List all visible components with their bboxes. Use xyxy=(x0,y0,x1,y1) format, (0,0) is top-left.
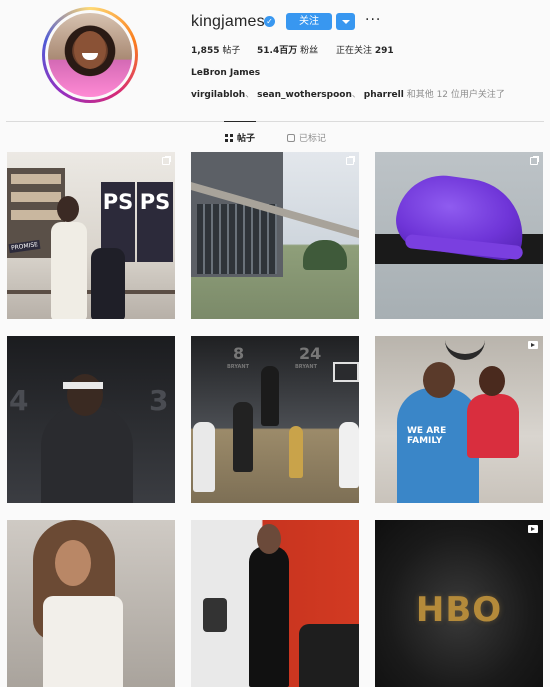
avatar-ring-gap xyxy=(45,10,135,100)
post-thumbnail[interactable]: HBO xyxy=(375,520,543,687)
post-4-number-right: 3 xyxy=(149,384,169,417)
post-4-headband xyxy=(63,382,103,389)
followed-by-user-link[interactable]: virgilabloh xyxy=(191,90,245,100)
multiple-images-icon xyxy=(530,157,538,165)
followed-by-line: virgilabloh、 sean_wotherspoon、 pharrell … xyxy=(191,87,505,100)
video-icon xyxy=(528,525,538,533)
post-1-person xyxy=(57,196,79,222)
post-1-shelf xyxy=(11,210,61,220)
post-thumbnail[interactable]: PS PS PROMISE xyxy=(7,152,175,319)
multiple-images-icon xyxy=(162,157,170,165)
following-count[interactable]: 正在关注 291 xyxy=(336,43,394,56)
post-5-name: BRYANT xyxy=(295,364,317,370)
post-5-number: 8 xyxy=(233,344,245,363)
post-2-tree xyxy=(303,240,347,270)
post-thumbnail[interactable] xyxy=(375,152,543,319)
post-thumbnail[interactable]: 4 3 xyxy=(7,336,175,503)
post-thumbnail[interactable]: WE ARE FAMILY xyxy=(375,336,543,503)
video-icon xyxy=(528,341,538,349)
chevron-down-icon xyxy=(342,20,350,24)
post-6-shirt-line: FAMILY xyxy=(407,436,443,446)
post-1-shelf xyxy=(11,174,61,184)
followers-count-value: 51.4百万 xyxy=(257,46,298,56)
post-5-player xyxy=(261,366,279,426)
suggestions-dropdown-button[interactable] xyxy=(336,13,355,30)
post-6-shirt-line: WE ARE xyxy=(407,426,447,436)
post-8-light xyxy=(203,598,227,632)
followers-count-label: 粉丝 xyxy=(297,46,319,56)
followed-by-separator: 、 xyxy=(245,90,255,100)
post-6-girl xyxy=(467,394,519,458)
posts-count[interactable]: 1,855 帖子 xyxy=(191,43,240,56)
tab-posts-label: 帖子 xyxy=(237,134,256,144)
post-thumbnail[interactable] xyxy=(191,520,359,687)
profile-divider xyxy=(6,121,544,122)
post-6-girl-head xyxy=(479,366,505,396)
post-7-dress xyxy=(43,596,123,687)
tab-tagged-label: 已标记 xyxy=(299,134,327,144)
follow-button[interactable]: 关注 xyxy=(286,13,332,30)
followed-by-rest: 和其他 12 位用户关注了 xyxy=(406,90,505,100)
tab-tagged[interactable]: 已标记 xyxy=(287,131,326,144)
post-6-man-head xyxy=(423,362,455,398)
post-5-player xyxy=(233,402,253,472)
post-8-head xyxy=(257,524,281,554)
post-7-face xyxy=(55,540,91,586)
post-4-player-body xyxy=(41,406,133,503)
profile-username: kingjames xyxy=(191,13,265,30)
posts-count-label: 帖子 xyxy=(219,46,241,56)
post-thumbnail[interactable] xyxy=(191,152,359,319)
post-5-number: 24 xyxy=(299,344,322,363)
post-4-player-head xyxy=(67,374,103,416)
verified-badge-icon: ✓ xyxy=(264,16,275,27)
profile-avatar[interactable] xyxy=(42,7,138,103)
grid-icon xyxy=(225,133,233,142)
post-2-glass xyxy=(197,204,277,274)
avatar-face xyxy=(74,31,106,69)
multiple-images-icon xyxy=(346,157,354,165)
post-5-player xyxy=(193,422,215,492)
post-thumbnail[interactable] xyxy=(7,520,175,687)
following-count-value: 291 xyxy=(374,46,394,56)
post-5-hoop xyxy=(333,362,359,382)
post-1-person xyxy=(91,248,125,319)
tab-posts[interactable]: 帖子 xyxy=(225,131,255,144)
post-5-player xyxy=(289,426,303,478)
more-options-button[interactable]: ··· xyxy=(365,12,381,28)
post-thumbnail[interactable]: 8 24 BRYANT BRYANT xyxy=(191,336,359,503)
post-5-player xyxy=(339,422,359,488)
followed-by-user-link[interactable]: pharrell xyxy=(364,90,404,100)
post-5-name: BRYANT xyxy=(227,364,249,370)
profile-full-name: LeBron James xyxy=(191,68,261,78)
post-9-logo-text: HBO xyxy=(415,590,503,630)
tag-icon xyxy=(287,133,295,142)
followed-by-user-link[interactable]: sean_wotherspoon xyxy=(257,90,352,100)
post-1-banner-right: PS xyxy=(137,182,173,262)
post-6-shirt-text: WE ARE FAMILY xyxy=(407,426,446,446)
active-tab-indicator xyxy=(224,121,256,122)
posts-count-value: 1,855 xyxy=(191,46,220,56)
post-8-woman xyxy=(249,546,289,687)
avatar-photo xyxy=(48,13,132,97)
post-6-lamp xyxy=(445,336,485,360)
post-4-number-left: 4 xyxy=(9,384,29,417)
following-count-label: 正在关注 xyxy=(336,46,375,56)
profile-header: kingjames ✓ 关注 ··· 1,855 帖子 51.4百万 粉丝 正在… xyxy=(0,0,550,118)
post-1-person xyxy=(51,222,87,319)
followers-count[interactable]: 51.4百万 粉丝 xyxy=(257,43,318,56)
post-1-shelf xyxy=(11,192,61,202)
followed-by-separator: 、 xyxy=(351,90,361,100)
